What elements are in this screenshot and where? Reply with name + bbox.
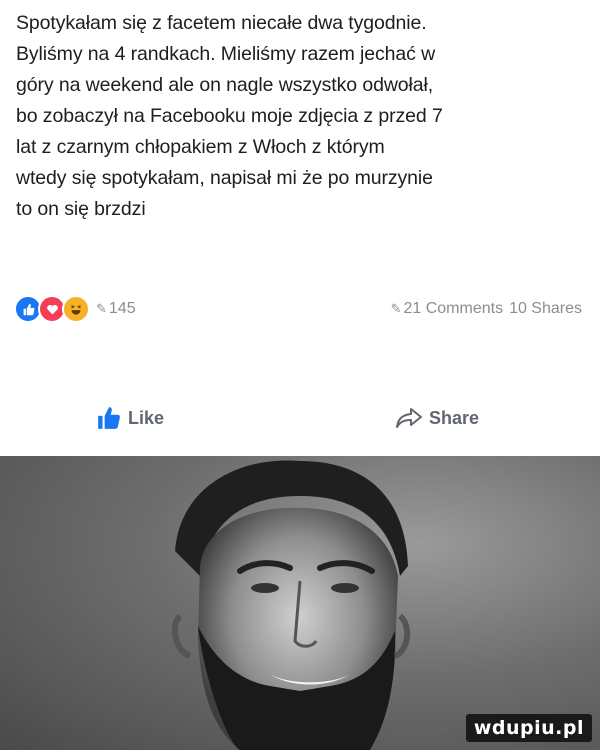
pencil-icon: ✎	[96, 301, 107, 316]
like-button[interactable]: Like	[96, 405, 164, 431]
reaction-icons[interactable]	[14, 295, 90, 323]
thumbs-up-icon	[98, 407, 120, 429]
post-stats: ✎ 21 Comments 10 Shares	[391, 300, 582, 318]
post-actions: Like Share	[0, 388, 600, 448]
haha-icon	[62, 295, 90, 323]
pencil-icon: ✎	[390, 301, 402, 316]
share-button[interactable]: Share	[395, 405, 479, 431]
comments-count[interactable]: 21 Comments	[403, 300, 503, 318]
post-text: Spotykałam się z facetem niecałe dwa tyg…	[16, 12, 443, 220]
share-label: Share	[429, 407, 480, 428]
like-label: Like	[128, 407, 165, 428]
man-portrait-image	[171, 460, 411, 750]
watermark: wdupiu.pl	[465, 714, 592, 742]
reaction-count[interactable]: ✎ 145	[96, 300, 136, 318]
share-arrow-icon	[396, 408, 422, 428]
reactions-bar: ✎ 145 ✎ 21 Comments 10 Shares	[14, 294, 586, 324]
post-photo: wdupiu.pl	[0, 456, 600, 750]
reaction-count-value: 145	[108, 300, 136, 317]
shares-count[interactable]: 10 Shares	[509, 300, 582, 318]
